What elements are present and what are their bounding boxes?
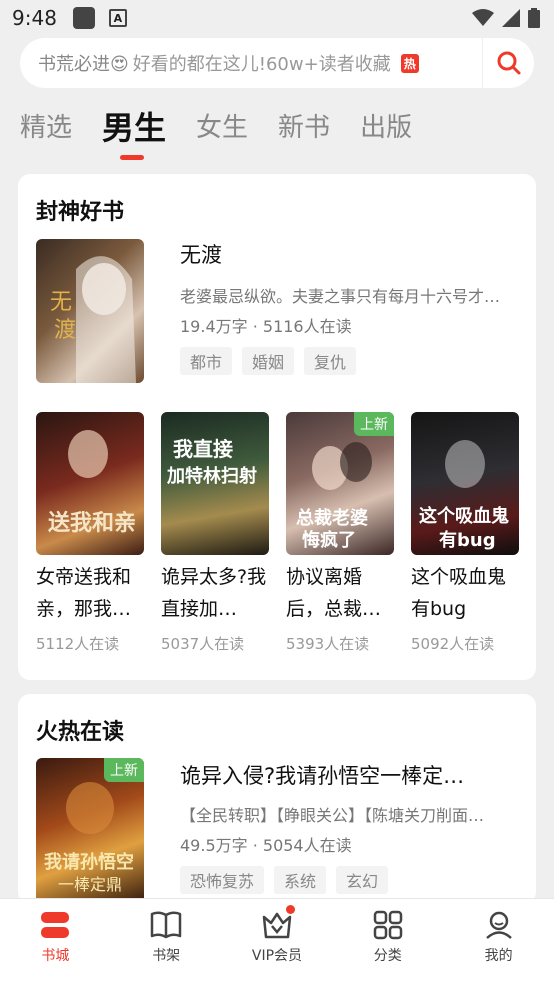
- book-grid: 送我和亲 女帝送我和亲，那我… 5112人在读 我直接 加特林扫射 诡异太多?我…: [36, 412, 519, 654]
- book-tag[interactable]: 系统: [274, 866, 327, 894]
- user-icon: [485, 911, 512, 939]
- book-readers: 5092人在读: [411, 635, 495, 653]
- book-cover[interactable]: 总裁老婆 悔疯了 上新: [286, 412, 394, 555]
- search-icon: [497, 51, 520, 75]
- book-title: 协议离婚后，总裁…: [286, 566, 382, 620]
- svg-text:这个吸血鬼: 这个吸血鬼: [419, 505, 509, 527]
- svg-text:一棒定鼎: 一棒定鼎: [58, 875, 122, 894]
- tab-featured[interactable]: 精选: [20, 108, 72, 148]
- nav-label: 书架: [152, 948, 181, 964]
- book-cover[interactable]: 送我和亲: [36, 412, 144, 555]
- grid-book[interactable]: 总裁老婆 悔疯了 上新 协议离婚后，总裁… 5393人在读: [286, 412, 394, 654]
- tab-new-books[interactable]: 新书: [278, 108, 330, 148]
- search-placeholder[interactable]: 书荒必进😍 好看的都在这儿!60w+读者收藏 热: [20, 50, 482, 76]
- book-title: 女帝送我和亲，那我…: [36, 566, 132, 620]
- search-lead: 书荒必进😍: [38, 54, 129, 75]
- book-open-icon: [150, 911, 182, 939]
- svg-text:有bug: 有bug: [439, 529, 496, 551]
- bookstore-icon: [41, 912, 70, 938]
- new-badge: 上新: [104, 758, 144, 782]
- hot-badge: 热: [400, 53, 419, 73]
- book-description: 老婆最忌纵欲。夫妻之事只有每月十六号才…: [180, 287, 501, 306]
- search-hint: 好看的都在这儿!60w+读者收藏: [132, 54, 391, 75]
- book-readers: 5037人在读: [161, 635, 245, 653]
- nav-categories[interactable]: 分类: [332, 899, 443, 986]
- nav-bookshelf[interactable]: 书架: [111, 899, 222, 986]
- book-title: 诡异太多?我直接加…: [161, 566, 267, 620]
- svg-text:送我和亲: 送我和亲: [48, 510, 136, 536]
- svg-text:加特林扫射: 加特林扫射: [166, 465, 257, 487]
- new-badge: 上新: [354, 412, 394, 436]
- section-top-books: 封神好书 无 渡 无渡 老婆最忌纵欲。夫妻之事只有每月十六号才… 19.4万字 …: [18, 174, 536, 680]
- tab-male[interactable]: 男生: [102, 108, 166, 160]
- book-tag[interactable]: 婚姻: [242, 347, 295, 375]
- book-cover[interactable]: 我直接 加特林扫射: [161, 412, 269, 555]
- nav-label: 书城: [41, 948, 70, 964]
- svg-text:悔疯了: 悔疯了: [302, 529, 356, 551]
- book-tag[interactable]: 玄幻: [336, 866, 389, 894]
- svg-text:渡: 渡: [54, 318, 76, 343]
- search-bar[interactable]: 书荒必进😍 好看的都在这儿!60w+读者收藏 热: [20, 38, 534, 88]
- grid-book[interactable]: 送我和亲 女帝送我和亲，那我… 5112人在读: [36, 412, 144, 654]
- notification-dot: [285, 905, 295, 914]
- svg-text:我直接: 我直接: [173, 437, 233, 461]
- book-title: 无渡: [180, 243, 222, 267]
- svg-text:我请孙悟空: 我请孙悟空: [44, 851, 134, 873]
- nav-label: 分类: [373, 948, 402, 964]
- featured-book[interactable]: 无 渡 无渡 老婆最忌纵欲。夫妻之事只有每月十六号才… 19.4万字 · 511…: [36, 239, 500, 383]
- book-meta: 19.4万字 · 5116人在读: [180, 317, 352, 336]
- svg-text:总裁老婆: 总裁老婆: [296, 507, 368, 529]
- book-cover[interactable]: 我请孙悟空 一棒定鼎 上新: [36, 758, 144, 904]
- book-title: 这个吸血鬼有bug: [411, 566, 507, 620]
- signal-icon: [502, 9, 520, 27]
- search-button[interactable]: [482, 38, 534, 88]
- book-description: 【全民转职】【睁眼关公】【陈塘关刀削面…: [180, 806, 485, 825]
- tab-publishing[interactable]: 出版: [360, 108, 412, 148]
- app-notification-icon: A: [108, 9, 127, 27]
- nav-bookstore[interactable]: 书城: [0, 899, 111, 986]
- book-tag[interactable]: 恐怖复苏: [180, 866, 265, 894]
- nav-label: 我的: [484, 948, 513, 964]
- bottom-navigation: 书城 书架 VIP会员 分类 我的: [0, 898, 554, 986]
- section-hot-reading: 火热在读 我请孙悟空 一棒定鼎 上新 诡异入侵?我请孙悟空一棒定… 【全民转职】…: [18, 694, 536, 904]
- section-title: 封神好书: [36, 200, 125, 225]
- wifi-icon: [472, 9, 494, 26]
- section-title: 火热在读: [36, 720, 125, 745]
- grid-icon: [373, 910, 403, 940]
- status-bar: 9:48 A: [0, 0, 554, 36]
- battery-icon: [528, 8, 540, 28]
- book-tag[interactable]: 复仇: [304, 347, 357, 375]
- nav-label: VIP会员: [251, 948, 303, 964]
- nav-profile[interactable]: 我的: [443, 899, 554, 986]
- tab-female[interactable]: 女生: [196, 108, 248, 148]
- book-meta: 49.5万字 · 5054人在读: [180, 836, 352, 855]
- notification-icon: [72, 7, 95, 29]
- book-cover[interactable]: 无 渡: [36, 239, 144, 383]
- book-title: 诡异入侵?我请孙悟空一棒定…: [180, 764, 465, 788]
- nav-vip[interactable]: VIP会员: [222, 899, 333, 986]
- book-cover[interactable]: 这个吸血鬼 有bug: [411, 412, 519, 555]
- book-readers: 5112人在读: [36, 635, 120, 653]
- grid-book[interactable]: 我直接 加特林扫射 诡异太多?我直接加… 5037人在读: [161, 412, 269, 654]
- status-time: 9:48: [12, 6, 57, 30]
- book-tag[interactable]: 都市: [180, 347, 233, 375]
- book-readers: 5393人在读: [286, 635, 370, 653]
- hot-book[interactable]: 我请孙悟空 一棒定鼎 上新 诡异入侵?我请孙悟空一棒定… 【全民转职】【睁眼关公…: [36, 758, 484, 904]
- svg-text:无: 无: [50, 290, 72, 315]
- grid-book[interactable]: 这个吸血鬼 有bug 这个吸血鬼有bug 5092人在读: [411, 412, 519, 654]
- category-tabs: 精选 男生 女生 新书 出版: [20, 108, 412, 160]
